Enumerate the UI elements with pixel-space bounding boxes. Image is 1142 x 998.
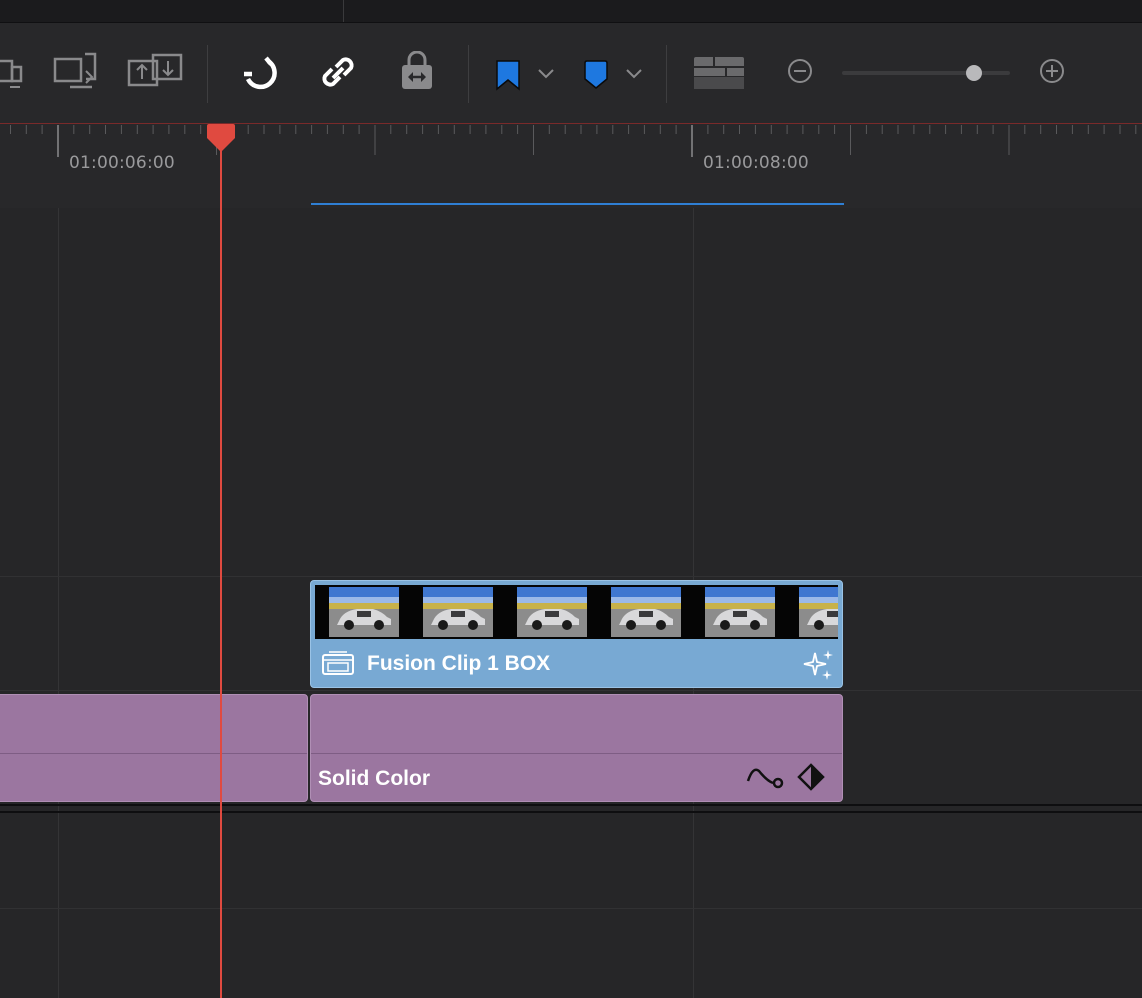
top-panel-divider	[343, 0, 344, 22]
timeline-toolbar	[0, 23, 1142, 123]
track-divider	[0, 804, 1142, 806]
clip-thumbnail	[611, 587, 681, 637]
zoom-slider[interactable]	[842, 71, 1010, 75]
solid-color-clip[interactable]: Solid Color	[310, 694, 843, 802]
dynamic-trim-icon[interactable]	[52, 49, 100, 95]
zoom-out-icon[interactable]	[786, 57, 814, 85]
clip-divider	[311, 753, 842, 754]
toolbar-divider	[468, 45, 469, 103]
in-out-range-bar	[311, 203, 844, 205]
track-divider	[0, 908, 1142, 909]
flag-icon[interactable]	[494, 59, 522, 91]
blade-icon[interactable]	[126, 49, 186, 95]
trim-mode-icon[interactable]	[0, 51, 28, 95]
clip-thumbnail	[705, 587, 775, 637]
snapping-icon[interactable]	[240, 53, 282, 95]
sparkle-effects-icon	[801, 647, 837, 683]
solid-color-clip-previous[interactable]	[0, 694, 308, 802]
timeline-view-options-icon[interactable]	[692, 55, 746, 91]
clip-thumbnail	[517, 587, 587, 637]
zoom-in-icon[interactable]	[1038, 57, 1066, 85]
playhead-handle[interactable]	[205, 124, 237, 158]
ruler-timecode: 01:00:08:00	[703, 153, 809, 173]
clip-thumbnail	[329, 587, 399, 637]
position-lock-icon[interactable]	[398, 51, 436, 93]
keyframe-icon[interactable]	[797, 763, 825, 791]
ruler-timecode: 01:00:06:00	[69, 153, 175, 173]
track-divider	[0, 576, 1142, 577]
clip-filmstrip	[315, 585, 838, 639]
track-divider	[0, 811, 1142, 813]
fusion-clip-icon	[321, 649, 355, 677]
clip-thumbnail	[799, 587, 838, 637]
top-panel-strip	[0, 0, 1142, 23]
clip-divider	[0, 753, 307, 754]
toolbar-divider	[666, 45, 667, 103]
grid-line	[58, 208, 59, 998]
marker-icon[interactable]	[582, 59, 610, 91]
clip-thumbnail	[423, 587, 493, 637]
marker-dropdown-icon[interactable]	[624, 65, 644, 81]
fusion-clip[interactable]: Fusion Clip 1 BOX	[310, 580, 843, 688]
clip-name: Fusion Clip 1 BOX	[367, 652, 551, 675]
playhead-line[interactable]	[220, 130, 222, 998]
track-divider	[0, 690, 1142, 691]
zoom-slider-handle[interactable]	[966, 65, 982, 81]
curve-icon[interactable]	[745, 761, 785, 793]
linked-selection-icon[interactable]	[318, 53, 358, 93]
toolbar-divider	[207, 45, 208, 103]
flag-dropdown-icon[interactable]	[536, 65, 556, 81]
timeline-tracks-area[interactable]: Fusion Clip 1 BOX Solid Color	[0, 208, 1142, 998]
clip-name: Solid Color	[318, 767, 430, 790]
timeline-ruler[interactable]: 01:00:06:00 01:00:08:00	[0, 123, 1142, 209]
